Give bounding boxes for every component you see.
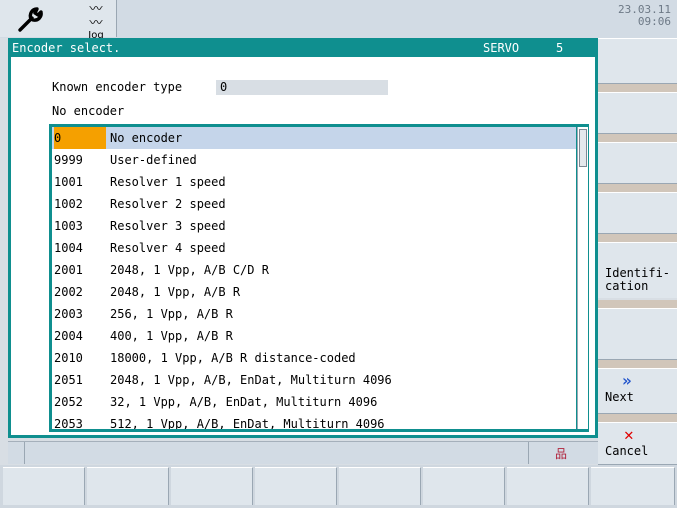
softkey-h1[interactable]	[3, 467, 85, 505]
jog-wave-icon: 〰〰	[89, 2, 103, 31]
encoder-code: 2052	[54, 395, 83, 409]
softkey-v4[interactable]	[598, 192, 677, 234]
identification-label: Identifi- cation	[605, 266, 671, 293]
softkey-h3[interactable]	[171, 467, 253, 505]
encoder-description: 32, 1 Vpp, A/B, EnDat, Multiturn 4096	[110, 395, 378, 409]
softkey-h6[interactable]	[423, 467, 505, 505]
list-item[interactable]: 2002 2048, 1 Vpp, A/B R	[52, 281, 576, 303]
servo-number: 5	[556, 41, 564, 55]
known-encoder-label: Known encoder type	[52, 80, 183, 94]
encoder-description: 2048, 1 Vpp, A/B C/D R	[110, 263, 269, 277]
list-item[interactable]: 2053 512, 1 Vpp, A/B, EnDat, Multiturn 40…	[52, 413, 576, 429]
encoder-code: 1001	[54, 175, 83, 189]
next-label: Next	[605, 390, 634, 404]
list-item[interactable]: 1002 Resolver 2 speed	[52, 193, 576, 215]
softkey-v2[interactable]	[598, 92, 677, 134]
encoder-description: 2048, 1 Vpp, A/B, EnDat, Multiturn 4096	[110, 373, 392, 387]
red-x-icon: ✕	[624, 425, 634, 444]
list-item[interactable]: 2003 256, 1 Vpp, A/B R	[52, 303, 576, 325]
double-chevron-right-icon: »	[622, 371, 632, 390]
softkey-divider	[598, 360, 677, 368]
settings-area[interactable]	[0, 0, 77, 37]
encoder-description: No encoder	[110, 131, 183, 145]
softkey-divider	[598, 300, 677, 308]
horizontal-softkeys	[0, 465, 677, 508]
encoder-description: 18000, 1 Vpp, A/B R distance-coded	[110, 351, 356, 365]
encoder-code: 2003	[54, 307, 83, 321]
softkey-h7[interactable]	[507, 467, 589, 505]
softkey-h8[interactable]	[591, 467, 675, 505]
encoder-description: 2048, 1 Vpp, A/B R	[110, 285, 241, 299]
encoder-select-dialog: Encoder select. SERVO 5 Known encoder ty…	[8, 38, 598, 438]
list-item[interactable]: 1001 Resolver 1 speed	[52, 171, 576, 193]
status-divider	[528, 442, 529, 464]
softkey-divider	[598, 84, 677, 92]
list-item[interactable]: 0 No encoder	[52, 127, 576, 149]
softkey-divider	[598, 184, 677, 192]
list-scrollbar[interactable]	[577, 127, 588, 429]
identification-softkey[interactable]: Identifi- cation	[598, 242, 677, 298]
encoder-code: 9999	[54, 153, 83, 167]
top-bar: 〰〰 Jog 23.03.11 09:06	[0, 0, 677, 41]
next-softkey[interactable]: » Next	[598, 368, 677, 414]
status-divider	[24, 442, 25, 464]
softkey-h2[interactable]	[87, 467, 169, 505]
datetime: 23.03.11 09:06	[618, 4, 671, 28]
softkey-h5[interactable]	[339, 467, 421, 505]
dialog-body: Known encoder type 0 No encoder 0 No enco…	[11, 57, 595, 435]
encoder-code: 0	[54, 127, 106, 149]
encoder-description: Resolver 3 speed	[110, 219, 226, 233]
scrollbar-thumb[interactable]	[579, 129, 587, 167]
softkey-v6[interactable]	[598, 308, 677, 360]
encoder-code: 2010	[54, 351, 83, 365]
list-item[interactable]: 2052 32, 1 Vpp, A/B, EnDat, Multiturn 409…	[52, 391, 576, 413]
encoder-code: 2001	[54, 263, 83, 277]
encoder-code: 2004	[54, 329, 83, 343]
encoder-description: Resolver 4 speed	[110, 241, 226, 255]
mode-indicator: 〰〰 Jog	[76, 0, 117, 41]
list-item[interactable]: 2051 2048, 1 Vpp, A/B, EnDat, Multiturn 4…	[52, 369, 576, 391]
list-item[interactable]: 9999 User-defined	[52, 149, 576, 171]
known-encoder-field[interactable]: 0	[216, 80, 388, 95]
encoder-code: 2002	[54, 285, 83, 299]
encoder-list: 0 No encoder 9999 User-defined 1001 Resolver …	[49, 124, 589, 432]
encoder-description: Resolver 2 speed	[110, 197, 226, 211]
encoder-list-items: 0 No encoder 9999 User-defined 1001 Resolver …	[52, 127, 576, 429]
list-item[interactable]: 2010 18000, 1 Vpp, A/B R distance-coded	[52, 347, 576, 369]
encoder-description: 512, 1 Vpp, A/B, EnDat, Multiturn 4096	[110, 417, 385, 429]
status-bar: 品	[8, 441, 598, 464]
cancel-label: Cancel	[605, 444, 649, 458]
encoder-code: 1004	[54, 241, 83, 255]
softkey-v1[interactable]	[598, 38, 677, 84]
softkey-divider	[598, 234, 677, 242]
current-encoder-name: No encoder	[52, 104, 125, 118]
cancel-softkey[interactable]: ✕ Cancel	[598, 422, 677, 465]
list-item[interactable]: 1003 Resolver 3 speed	[52, 215, 576, 237]
encoder-description: Resolver 1 speed	[110, 175, 226, 189]
time-text: 09:06	[637, 15, 671, 28]
encoder-code: 1002	[54, 197, 83, 211]
encoder-code: 1003	[54, 219, 83, 233]
dialog-title-bar: Encoder select. SERVO 5	[8, 38, 598, 57]
list-item[interactable]: 1004 Resolver 4 speed	[52, 237, 576, 259]
list-item[interactable]: 2001 2048, 1 Vpp, A/B C/D R	[52, 259, 576, 281]
softkey-h4[interactable]	[255, 467, 337, 505]
dialog-title: Encoder select.	[12, 41, 121, 55]
softkey-divider	[598, 134, 677, 142]
encoder-description: 400, 1 Vpp, A/B R	[110, 329, 233, 343]
encoder-code: 2051	[54, 373, 83, 387]
encoder-code: 2053	[54, 417, 83, 429]
softkey-v3[interactable]	[598, 142, 677, 184]
wrench-icon	[18, 7, 43, 32]
network-icon: 品	[555, 447, 568, 461]
list-item[interactable]: 2004 400, 1 Vpp, A/B R	[52, 325, 576, 347]
servo-label: SERVO	[483, 41, 520, 55]
softkey-divider	[598, 414, 677, 422]
encoder-description: User-defined	[110, 153, 197, 167]
encoder-description: 256, 1 Vpp, A/B R	[110, 307, 233, 321]
